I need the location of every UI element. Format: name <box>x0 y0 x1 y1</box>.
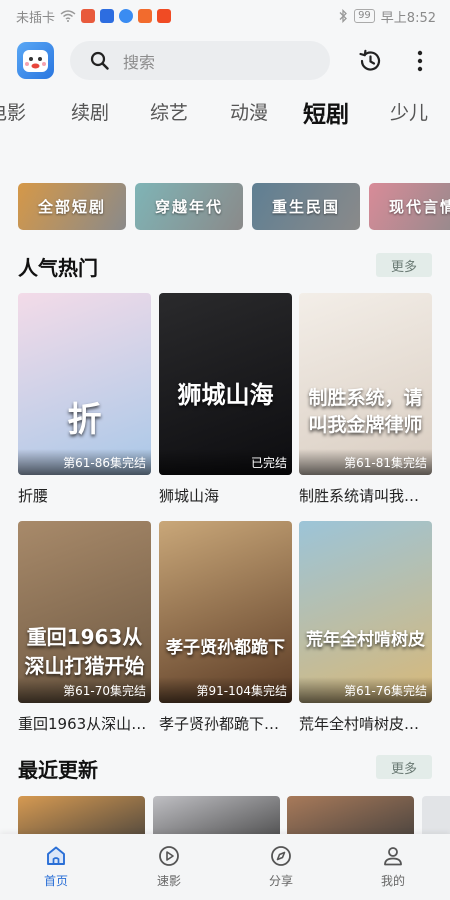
poster-title-art: 制胜系统，请叫我金牌律师 <box>308 387 423 436</box>
nav-label: 我的 <box>380 874 405 888</box>
notification-app-icon <box>119 9 134 23</box>
notification-app-icon <box>138 9 153 23</box>
search-bar[interactable]: 搜索 <box>70 41 330 80</box>
drama-card[interactable]: 荒年全村啃树皮第61-76集完结荒年全村啃树皮我有系统满仓肉 <box>299 521 432 734</box>
poster-title-art: 折 <box>67 400 102 440</box>
poster-image: 重回1963从深山打猎开始 第61-70集完结 <box>18 521 151 703</box>
category-tabs: 电影 续剧 综艺 动漫 短剧 少儿 <box>0 92 450 132</box>
nav-label: 速影 <box>156 874 181 888</box>
compass-icon <box>271 846 291 866</box>
poster-image: 孝子贤孙都跪下第91-104集完结 <box>159 521 292 703</box>
search-icon <box>90 51 109 70</box>
nav-mine[interactable]: 我的 <box>363 844 423 889</box>
tab-variety[interactable]: 综艺 <box>150 98 188 125</box>
episode-badge: 第61-70集完结 <box>18 677 151 703</box>
episode-badge: 已完结 <box>159 449 292 475</box>
search-placeholder: 搜索 <box>123 52 156 72</box>
episode-badge: 第61-86集完结 <box>18 449 151 475</box>
poster-image: 狮城山海 已完结 <box>159 293 292 475</box>
notification-app-icon <box>100 9 115 23</box>
drama-title: 重回1963从深山打猎开始 <box>18 715 151 733</box>
home-icon <box>47 846 65 865</box>
nav-home[interactable]: 首页 <box>26 844 86 889</box>
drama-card[interactable]: 重回1963从深山打猎开始第61-70集完结重回1963从深山打猎开始 <box>18 521 151 734</box>
subcategory-row: 全部短剧 穿越年代 重生民国 现代言情 <box>18 183 450 231</box>
user-icon <box>384 847 402 866</box>
recent-section-header: 最近更新 更多 <box>18 754 432 784</box>
more-button[interactable]: 更多 <box>376 755 432 779</box>
episode-badge: 第91-104集完结 <box>159 677 292 703</box>
section-title: 人气热门 <box>18 256 98 280</box>
nav-quick-video[interactable]: 速影 <box>139 844 199 889</box>
drama-card[interactable]: 制胜系统，请叫我金牌律师第61-81集完结制胜系统请叫我金牌律师 <box>299 293 432 506</box>
episode-badge: 第61-76集完结 <box>299 677 432 703</box>
status-time: 早上8:52 <box>380 10 436 26</box>
drama-card[interactable]: 折第61-86集完结折腰 <box>18 293 151 506</box>
chip-all-short-drama[interactable]: 全部短剧 <box>18 183 126 230</box>
tab-short-drama[interactable]: 短剧 <box>303 95 349 129</box>
wifi-icon <box>60 10 76 22</box>
drama-title: 荒年全村啃树皮我有系统满仓肉 <box>299 715 432 733</box>
chip-time-travel[interactable]: 穿越年代 <box>135 183 243 230</box>
battery-level: 99 <box>354 9 375 23</box>
episode-badge: 第61-81集完结 <box>299 449 432 475</box>
chip-reborn-republic[interactable]: 重生民国 <box>252 183 360 230</box>
poster-title-art: 荒年全村啃树皮 <box>306 630 425 650</box>
poster-image: 荒年全村啃树皮第61-76集完结 <box>299 521 432 703</box>
chip-modern-romance[interactable]: 现代言情 <box>369 183 450 230</box>
poster-image: 折第61-86集完结 <box>18 293 151 475</box>
top-bar: 搜索 <box>0 40 450 84</box>
poster-title-art: 孝子贤孙都跪下 <box>166 638 285 658</box>
nav-share[interactable]: 分享 <box>251 844 311 889</box>
play-circle-icon <box>159 846 179 866</box>
bluetooth-icon <box>339 9 347 23</box>
bottom-nav: 首页 速影 分享 我的 <box>0 834 450 900</box>
drama-title: 制胜系统请叫我金牌律师 <box>299 487 432 505</box>
tab-kids[interactable]: 少儿 <box>390 98 428 125</box>
app-logo-icon <box>23 50 48 72</box>
nav-label: 分享 <box>268 874 293 888</box>
more-vertical-icon[interactable] <box>410 48 430 74</box>
tab-anime[interactable]: 动漫 <box>230 98 268 125</box>
drama-card[interactable]: 孝子贤孙都跪下第91-104集完结孝子贤孙都跪下我是你们太奶奶 <box>159 521 292 734</box>
drama-title: 孝子贤孙都跪下我是你们太奶奶 <box>159 715 292 733</box>
app-logo[interactable] <box>17 42 54 79</box>
tab-movie[interactable]: 电影 <box>0 98 26 125</box>
poster-title-art: 狮城山海 <box>177 381 274 409</box>
notification-app-icon <box>157 9 172 23</box>
section-title: 最近更新 <box>18 758 98 782</box>
drama-title: 狮城山海 <box>159 487 220 505</box>
poster-image: 制胜系统，请叫我金牌律师第61-81集完结 <box>299 293 432 475</box>
history-icon[interactable] <box>357 48 383 74</box>
drama-title: 折腰 <box>18 487 49 505</box>
notification-app-icon <box>81 9 96 23</box>
nav-label: 首页 <box>43 874 68 888</box>
status-bar: 未插卡 99 早上8:52 <box>0 0 450 32</box>
drama-card[interactable]: 狮城山海 已完结 狮城山海 <box>159 293 292 506</box>
more-button[interactable]: 更多 <box>376 253 432 277</box>
tab-series[interactable]: 续剧 <box>71 98 109 125</box>
carrier-label: 未插卡 <box>16 10 56 26</box>
poster-title-art: 重回1963从深山打猎开始 <box>24 625 145 678</box>
popular-section-header: 人气热门 更多 <box>18 252 432 282</box>
